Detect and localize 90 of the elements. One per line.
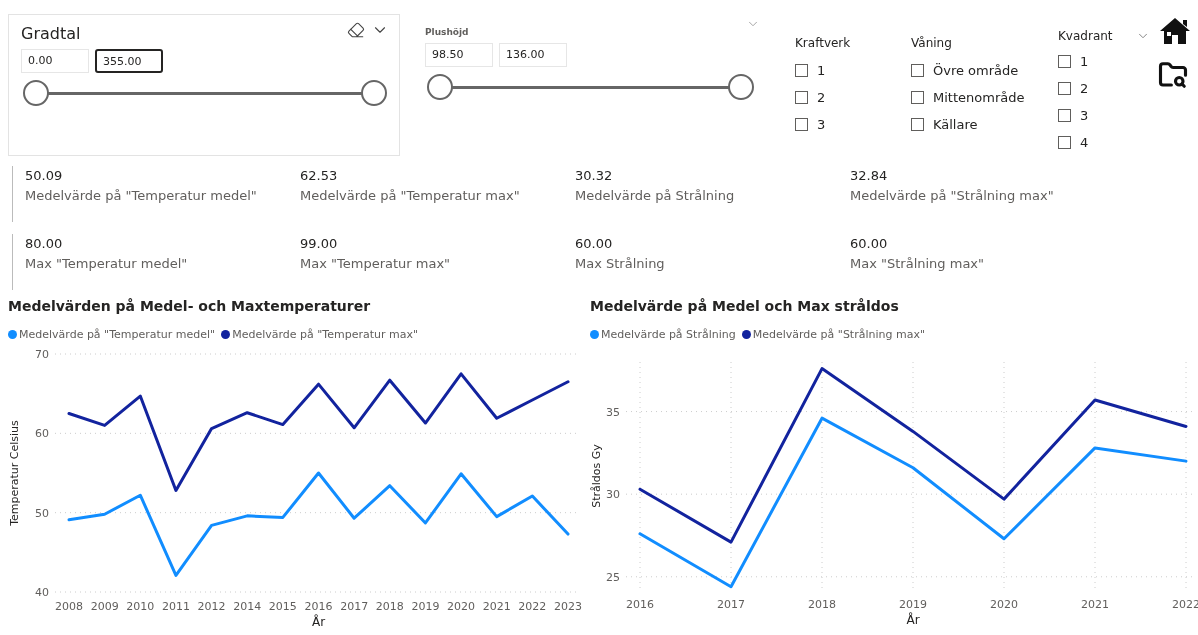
checkbox-label[interactable]: 1 xyxy=(817,63,826,78)
checkbox[interactable] xyxy=(795,91,808,104)
x-tick-label: 2020 xyxy=(447,600,476,613)
y-tick-label: 40 xyxy=(35,586,49,599)
checkbox[interactable] xyxy=(795,64,808,77)
x-tick-label: 2017 xyxy=(340,600,369,613)
checkbox-label[interactable]: 1 xyxy=(1080,54,1089,69)
kpi-value: 30.32 xyxy=(575,167,614,185)
kpi-label: Medelvärde på "Temperatur max" xyxy=(300,187,521,205)
kpi-label: Max "Temperatur medel" xyxy=(25,255,189,273)
checkbox[interactable] xyxy=(795,118,808,131)
chart-title: Medelvärden på Medel- och Maxtemperaturer xyxy=(8,297,372,316)
eraser-icon[interactable] xyxy=(347,21,365,39)
range-input-field[interactable]: 355.00 xyxy=(95,49,163,73)
checkbox[interactable] xyxy=(911,64,924,77)
y-tick-label: 25 xyxy=(606,570,620,584)
x-tick-label: 2010 xyxy=(126,600,155,613)
kpi-value: 50.09 xyxy=(25,167,64,185)
x-tick-label: 2019 xyxy=(899,598,927,611)
legend-label: Medelvärde på "Temperatur medel" xyxy=(19,327,216,341)
checkbox-label[interactable]: 2 xyxy=(1080,81,1089,96)
checkbox-label[interactable]: 2 xyxy=(817,90,826,105)
legend-label: Medelvärde på "Temperatur max" xyxy=(232,327,419,341)
x-tick-label: 2012 xyxy=(197,600,226,613)
x-tick-label: 2021 xyxy=(482,600,511,613)
checkbox-label[interactable]: 3 xyxy=(817,117,826,132)
checkbox-label[interactable]: 4 xyxy=(1080,135,1089,150)
x-tick-label: 2021 xyxy=(1081,598,1109,611)
y-tick-label: 70 xyxy=(35,348,49,361)
kpi-value: 60.00 xyxy=(850,235,889,253)
checkbox-label[interactable]: Övre område xyxy=(933,63,1019,78)
x-tick-label: 2023 xyxy=(554,600,582,613)
x-tick-label: 2016 xyxy=(626,598,654,611)
checkbox[interactable] xyxy=(1058,55,1071,68)
checkbox-label[interactable]: Mittenområde xyxy=(933,90,1025,105)
kpi-label: Medelvärde på "Temperatur medel" xyxy=(25,187,258,205)
x-tick-label: 2019 xyxy=(411,600,440,613)
folder-search-icon[interactable] xyxy=(1158,60,1188,90)
legend-label: Medelvärde på "Strålning max" xyxy=(752,327,925,341)
x-tick-label: 2008 xyxy=(55,600,83,613)
y-tick-label: 30 xyxy=(606,488,620,502)
legend-label: Medelvärde på Strålning xyxy=(601,327,736,341)
checkbox[interactable] xyxy=(1058,109,1071,122)
filter-title: Våning xyxy=(911,36,952,50)
slider-handle[interactable] xyxy=(23,80,49,106)
y-tick-label: 35 xyxy=(606,405,620,419)
kpi-value: 60.00 xyxy=(575,235,614,253)
kpi-value: 99.00 xyxy=(300,235,339,253)
kpi-value: 80.00 xyxy=(25,235,64,253)
kpi-value: 32.84 xyxy=(850,167,889,185)
y-tick-label: 50 xyxy=(35,506,49,520)
x-tick-label: 2014 xyxy=(233,600,262,613)
slider-handle[interactable] xyxy=(427,74,453,100)
kpi-label: Max "Temperatur max" xyxy=(300,255,452,273)
home-icon[interactable] xyxy=(1158,16,1192,46)
filter-title: Kvadrant xyxy=(1058,29,1113,43)
slider-handle[interactable] xyxy=(361,80,387,106)
filter-title: Kraftverk xyxy=(795,36,851,50)
slicer-title: Plushöjd xyxy=(425,27,469,37)
x-tick-label: 2020 xyxy=(990,598,1018,611)
checkbox-label[interactable]: 3 xyxy=(1080,108,1089,123)
slider-handle[interactable] xyxy=(728,74,754,100)
kpi-value: 62.53 xyxy=(300,167,339,185)
x-tick-label: 2015 xyxy=(268,600,297,613)
range-input-field[interactable]: 98.50 xyxy=(425,43,493,67)
x-tick-label: 2017 xyxy=(717,598,745,611)
range-input-field[interactable]: 0.00 xyxy=(21,49,89,73)
x-tick-label: 2016 xyxy=(304,600,333,613)
checkbox-label[interactable]: Källare xyxy=(933,117,978,132)
kpi-label: Max "Strålning max" xyxy=(850,255,986,273)
kpi-label: Max Strålning xyxy=(575,255,666,273)
x-tick-label: 2009 xyxy=(90,600,119,613)
x-tick-label: 2018 xyxy=(808,598,836,611)
y-axis-title: Temperatur Celsius xyxy=(8,420,21,526)
checkbox[interactable] xyxy=(911,91,924,104)
x-axis-title: År xyxy=(311,615,326,629)
checkbox[interactable] xyxy=(911,118,924,131)
y-tick-label: 60 xyxy=(35,427,49,441)
x-axis-title: År xyxy=(906,613,920,627)
x-tick-label: 2018 xyxy=(375,600,404,613)
range-input-field[interactable]: 136.00 xyxy=(499,43,567,67)
y-axis-title: Stråldos Gy xyxy=(590,444,603,508)
x-tick-label: 2022 xyxy=(518,600,547,613)
kpi-label: Medelvärde på Strålning xyxy=(575,187,736,205)
chart-title: Medelvärde på Medel och Max stråldos xyxy=(590,297,900,316)
checkbox[interactable] xyxy=(1058,82,1071,95)
kpi-label: Medelvärde på "Strålning max" xyxy=(850,187,1055,205)
x-tick-label: 2011 xyxy=(161,600,190,613)
slicer-title: Gradtal xyxy=(21,23,81,43)
checkbox[interactable] xyxy=(1058,136,1071,149)
